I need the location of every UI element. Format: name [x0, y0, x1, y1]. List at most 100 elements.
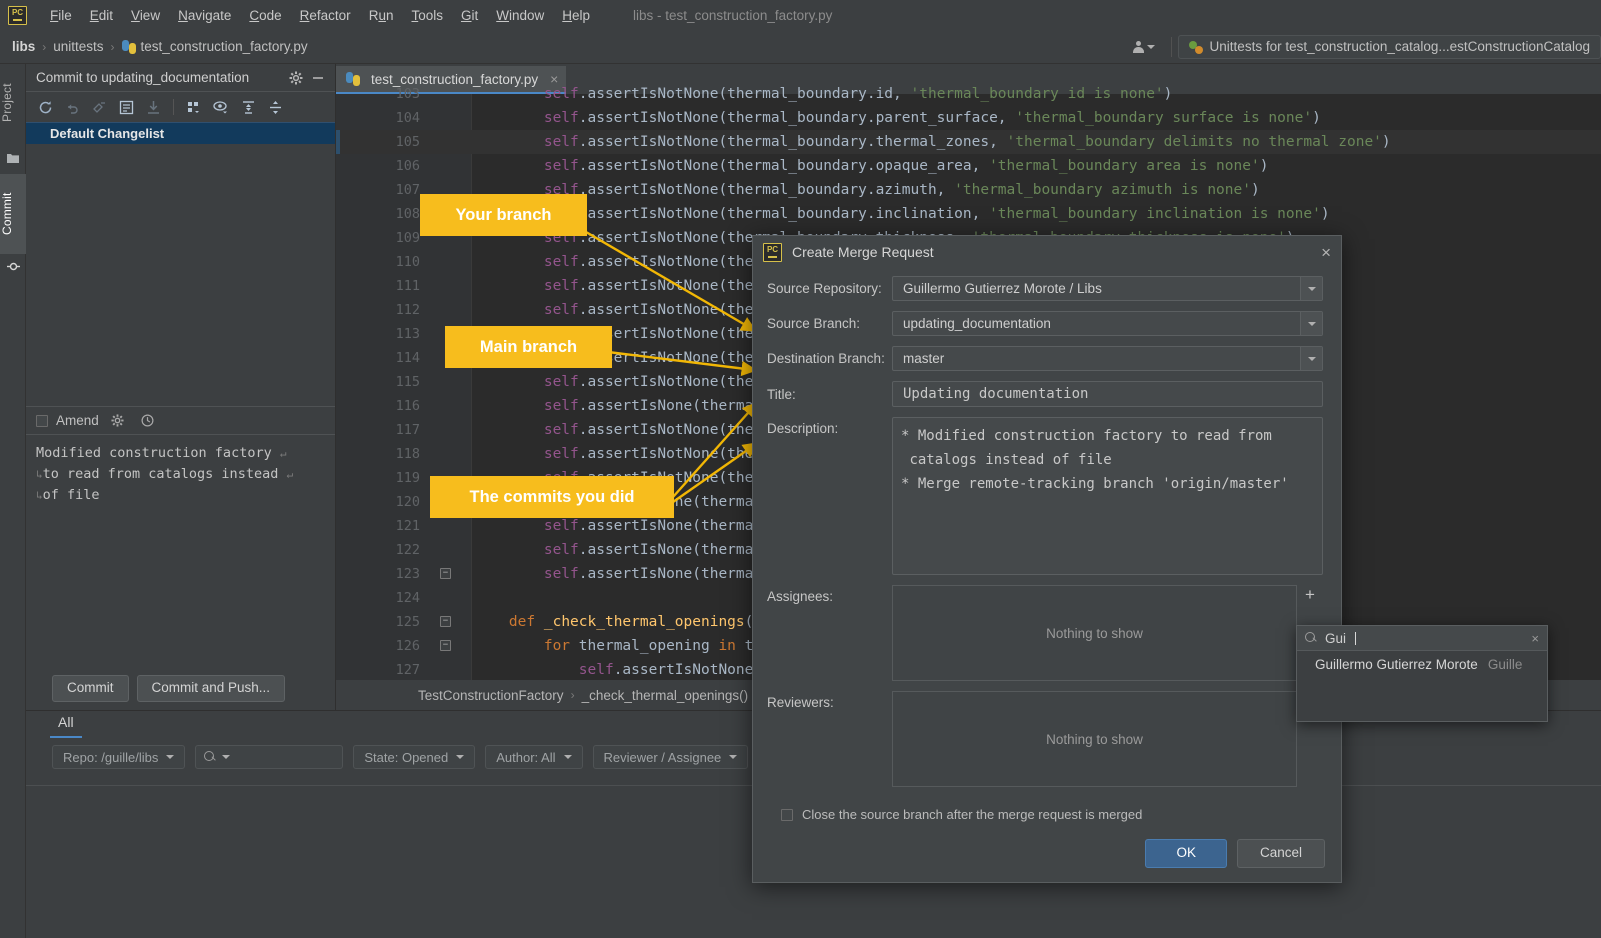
list-item[interactable]: Guillermo Gutierrez Morote Guille: [1297, 651, 1547, 672]
line-number: 127: [395, 662, 420, 678]
search-icon: [1305, 632, 1317, 644]
menu-item-code[interactable]: Code: [240, 5, 290, 26]
author-filter[interactable]: Author: All: [485, 745, 583, 769]
menu-item-file[interactable]: File: [41, 5, 81, 26]
fold-marker[interactable]: −: [440, 640, 451, 651]
amend-checkbox[interactable]: [36, 414, 48, 427]
menu-item-help[interactable]: Help: [553, 5, 599, 26]
preview-icon[interactable]: [210, 96, 232, 118]
chevron-down-icon[interactable]: [1300, 277, 1322, 300]
destination-branch-label: Destination Branch:: [767, 351, 885, 366]
breadcrumb-unittests[interactable]: unittests: [53, 39, 103, 54]
commit-message-input[interactable]: Modified construction factory ↵ ↳to read…: [26, 434, 335, 652]
assignee-search-input[interactable]: Gui ×: [1297, 626, 1547, 651]
close-icon[interactable]: ×: [1321, 244, 1331, 261]
close-source-branch-checkbox[interactable]: [781, 808, 793, 821]
menu-item-tools[interactable]: Tools: [402, 5, 452, 26]
breadcrumb-class[interactable]: TestConstructionFactory: [418, 688, 564, 703]
divider: [1170, 36, 1172, 57]
history-icon[interactable]: [137, 410, 159, 432]
search-input[interactable]: [195, 745, 344, 769]
menu-item-run[interactable]: Run: [360, 5, 403, 26]
menu-bar: PC File Edit View Navigate Code Refactor…: [0, 0, 1601, 30]
source-repository-select[interactable]: Guillermo Gutierrez Morote / Libs: [892, 276, 1323, 301]
title-input[interactable]: Updating documentation: [892, 381, 1323, 407]
gear-icon[interactable]: [285, 67, 307, 89]
chevron-down-icon: [166, 755, 175, 759]
collapse-all-icon[interactable]: [264, 96, 286, 118]
source-branch-select[interactable]: updating_documentation: [892, 311, 1323, 336]
fold-marker[interactable]: −: [440, 616, 451, 627]
wrap-marker: ↳: [36, 489, 43, 503]
reviewers-empty-label: Nothing to show: [1046, 731, 1143, 747]
line-number: 106: [395, 158, 420, 174]
menu-item-edit[interactable]: Edit: [81, 5, 122, 26]
download-icon[interactable]: [142, 96, 164, 118]
dialog-title-bar: PC Create Merge Request ×: [753, 236, 1341, 268]
sidebar-item-structure[interactable]: Structure: [0, 926, 26, 938]
commit-button[interactable]: Commit: [52, 675, 129, 702]
commit-icon: [7, 260, 20, 272]
reviewers-list[interactable]: Nothing to show: [892, 691, 1297, 787]
chevron-down-icon[interactable]: [1300, 312, 1322, 335]
fold-marker[interactable]: −: [440, 568, 451, 579]
state-filter[interactable]: State: Opened: [353, 745, 476, 769]
left-tool-strip: Project Commit Structure: [0, 64, 26, 938]
changelist-default[interactable]: Default Changelist: [26, 122, 335, 144]
destination-branch-value: master: [903, 351, 945, 366]
run-configuration-selector[interactable]: Unittests for test_construction_catalog.…: [1177, 34, 1601, 59]
refresh-icon[interactable]: [34, 96, 56, 118]
breadcrumb-libs[interactable]: libs: [12, 39, 35, 54]
title-label: Title:: [767, 386, 796, 402]
expand-all-icon[interactable]: [237, 96, 259, 118]
tab-all[interactable]: All: [50, 712, 82, 738]
destination-branch-select[interactable]: master: [892, 346, 1323, 371]
assignee-search-value: Gui: [1325, 630, 1347, 646]
breadcrumb-method[interactable]: _check_thermal_openings(): [582, 688, 749, 703]
collaborators-button[interactable]: [1123, 30, 1165, 63]
menu-item-view[interactable]: View: [122, 5, 169, 26]
annotation-main-branch: Main branch: [445, 326, 612, 368]
group-by-icon[interactable]: [183, 96, 205, 118]
assignee-name: Guillermo Gutierrez Morote: [1315, 657, 1478, 672]
reviewer-filter-label: Reviewer / Assignee: [603, 749, 722, 765]
clear-icon[interactable]: ×: [1531, 631, 1539, 646]
cancel-button[interactable]: Cancel: [1236, 839, 1325, 868]
code-line: 106 self.assertIsNotNone(thermal_boundar…: [336, 154, 1601, 178]
gear-icon[interactable]: [107, 410, 129, 432]
chevron-down-icon: [1146, 44, 1155, 49]
source-branch-label: Source Branch:: [767, 316, 861, 331]
sidebar-item-project[interactable]: Project: [0, 64, 26, 142]
commit-message-line-2: to read from catalogs instead: [42, 466, 287, 483]
assignees-list[interactable]: Nothing to show: [892, 585, 1297, 681]
breadcrumb-file[interactable]: test_construction_factory.py: [141, 39, 308, 54]
line-number: 121: [395, 518, 420, 534]
sidebar-item-commit[interactable]: Commit: [0, 174, 26, 254]
menu-item-navigate[interactable]: Navigate: [169, 5, 240, 26]
minimize-icon[interactable]: [307, 67, 329, 89]
line-number: 109: [395, 230, 420, 246]
chevron-down-icon[interactable]: [1300, 347, 1322, 370]
commit-tool-window: Commit to updating_documentation Default…: [26, 64, 336, 710]
pycharm-logo-icon: PC: [763, 242, 782, 262]
commit-message-line-3: of file: [42, 487, 100, 504]
menu-item-refactor[interactable]: Refactor: [291, 5, 360, 26]
repo-filter[interactable]: Repo: /guille/libs: [52, 745, 186, 769]
reviewer-assignee-filter[interactable]: Reviewer / Assignee: [592, 745, 749, 769]
description-input[interactable]: * Modified construction factory to read …: [892, 417, 1323, 575]
state-filter-label: State: Opened: [364, 749, 449, 765]
divider: [173, 99, 174, 115]
commit-and-push-button[interactable]: Commit and Push...: [136, 675, 286, 702]
source-branch-value: updating_documentation: [903, 316, 1051, 331]
create-merge-request-dialog: PC Create Merge Request × Source Reposit…: [752, 235, 1342, 883]
dialog-footer: OK Cancel: [1145, 839, 1325, 868]
diff-icon[interactable]: [115, 96, 137, 118]
ok-button[interactable]: OK: [1145, 839, 1227, 868]
code-text: self.assertIsNotNone(thermal_boundary.pa…: [543, 110, 1321, 126]
menu-item-window[interactable]: Window: [487, 5, 553, 26]
add-assignee-button[interactable]: +: [1305, 586, 1315, 603]
code-text: self.assertIsNotNone(thermal_boundary.in…: [544, 206, 1330, 222]
menu-item-git[interactable]: Git: [452, 5, 487, 26]
rollback-icon[interactable]: [61, 96, 83, 118]
shelve-icon[interactable]: [88, 96, 110, 118]
